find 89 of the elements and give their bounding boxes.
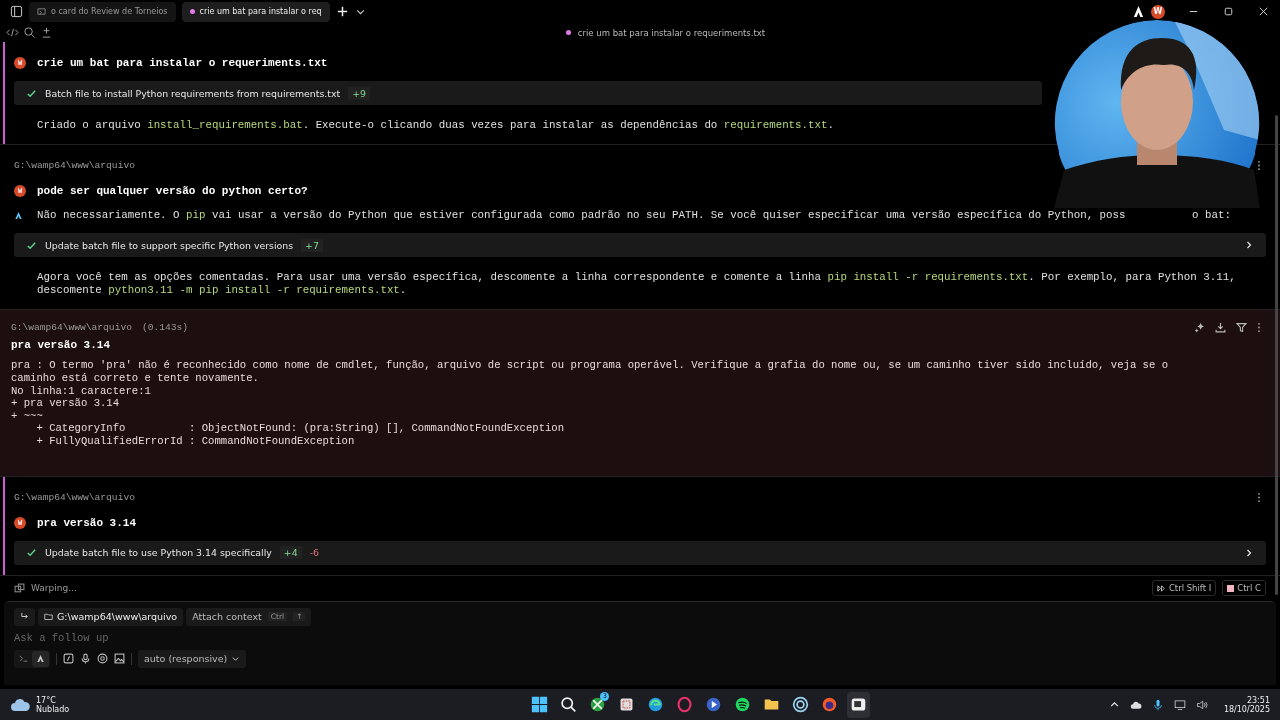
user-avatar[interactable]: W [1151,4,1165,19]
dot-icon [565,30,571,36]
status-text: Warping... [31,583,77,594]
windows-icon[interactable] [531,696,549,714]
search-icon[interactable] [560,696,578,714]
error-output-line: + CategoryInfo : ObjectNotFound: (pra:String) [], CommandNotFoundException [35,422,566,435]
directory-path: G:\wamp64\www\arquivo [14,160,135,172]
stop-icon [1227,584,1235,592]
return-button[interactable] [14,607,35,626]
scrollbar[interactable] [1275,115,1278,595]
image-icon[interactable] [114,653,125,665]
plus-icon[interactable] [335,5,349,19]
card-title: Batch file to install Python requirements from requirements.txt [45,87,341,99]
lines-added: +4 [279,546,302,560]
chevron-icon [1244,240,1254,251]
more-icon[interactable] [1257,491,1261,503]
weather-text: Nublado [36,704,70,714]
terminal-icon [19,654,28,664]
response-text: Agora você tem as opções comentadas. Para usar uma versão específica, descomente a linha correspondente e comente a linha pip install -r requirements.txt. Por exemplo, para Python 3.11, descomente python3.11 -m pip install -r requirements.txt. [37,271,1237,298]
browser-icon[interactable] [821,696,839,714]
lines-added: +7 [301,238,323,252]
check-icon [26,87,37,99]
response-text: o bat: [1192,209,1231,222]
terminal-icon [37,7,46,17]
skip-icon [1156,583,1166,593]
speaker-icon[interactable] [1195,698,1208,711]
music-app-icon[interactable] [734,696,752,714]
card-title: Update batch file to support specific Python versions [45,239,294,251]
user-prompt: pode ser qualquer versão do python certo? [37,185,308,198]
lines-removed: -6 [309,547,320,559]
agent-icon [36,654,45,664]
agent-icon[interactable] [1132,5,1145,19]
download-icon[interactable] [1215,322,1226,334]
shortcut-button[interactable]: Ctrl C [1222,580,1266,597]
follow-up-input[interactable]: Ask a follow up [14,628,134,647]
search-icon[interactable] [23,26,36,40]
temperature: 17°C [36,695,57,705]
error-output-line: caminho está correto e tente novamente. [11,372,260,385]
error-output-line: pra : O termo 'pra' não é reconhecido como nome de cmdlet, função, arquivo de script ou programa operável. Verifique a grafia do nome ou, se um caminho tiver sido incluído, veja se o [11,359,1170,373]
user-prompt: crie um bat para instalar o requeriments.txt [37,57,328,70]
clock-time[interactable]: 23:51 [1246,695,1270,705]
user-prompt: pra versão 3.14 [37,516,137,529]
duration: (0.143s) [141,322,188,334]
more-icon[interactable] [1257,160,1261,172]
error-output-line: + FullyQualifiedErrorId : CommandNotFoundException [35,435,356,448]
slash-command-icon[interactable] [63,653,74,665]
lines-added: +9 [348,86,371,100]
session-title: crie um bat para instalar o requeriments.txt [577,27,766,38]
response-text: Criado o arquivo install_requirements.bat. Execute-o clicando duas vezes para instalar as dependências do requirements.txt. [37,119,835,133]
xbox-icon[interactable] [589,696,607,714]
tab[interactable]: o card do Review de Torneios [29,1,176,22]
dot-icon [189,9,195,15]
error-output-line: No linha:1 caractere:1 [11,384,152,398]
card-title: Update batch file to use Python 3.14 specifically [45,547,272,559]
sparkle-icon[interactable] [1194,322,1205,334]
mention-icon[interactable] [97,653,108,665]
response-text: Não necessariamente. O pip vai usar a versão do Python que estiver configurada como padrão no seu PATH. Se você quiser especificar uma versão específica do Python, poss [37,209,1126,222]
chevron-icon [1244,547,1254,558]
error-output-line: + ~~~ [11,409,44,423]
folder-icon [44,612,53,622]
microphone-icon[interactable] [1151,698,1164,711]
edge-icon[interactable] [647,696,665,714]
window-icon [14,582,25,594]
check-icon [26,547,37,559]
plus-minus-icon[interactable] [40,26,53,40]
agent-mode-button[interactable] [32,650,49,667]
directory-path: G:\wamp64\www\arquivo [14,491,135,503]
agent-icon [14,210,23,220]
more-icon[interactable] [1257,322,1261,334]
cloud-icon[interactable] [10,697,30,712]
clock-date[interactable]: 18/10/2025 [1223,704,1270,714]
file-change-card[interactable]: Batch file to install Python requirements from requirements.txt +9 [14,81,1042,106]
shortcut-button[interactable]: Ctrl Shift I [1151,580,1217,597]
media-player-icon[interactable] [705,696,723,714]
error-output-line: + pra versão 3.14 [11,397,121,410]
network-icon[interactable] [1173,698,1186,711]
opera-icon[interactable] [676,696,694,714]
check-icon [26,239,37,251]
microphone-icon[interactable] [80,653,91,665]
file-change-card[interactable]: Update batch file to support specific Python versions +7 [14,233,1266,258]
filter-icon[interactable] [1236,322,1247,334]
model-dropdown[interactable]: auto (responsive) [138,649,247,668]
command-text: pra versão 3.14 [11,339,112,352]
tab[interactable]: crie um bat para instalar o req [181,1,330,22]
sidebar-icon[interactable] [10,5,23,19]
file-change-card[interactable]: Update batch file to use Python 3.14 specifically +4 -6 [14,540,1266,565]
directory-chip[interactable]: G:\wamp64\www\arquivo [38,607,184,626]
directory-path: G:\wamp64\www\arquivo [11,322,132,334]
caret-icon [231,654,241,664]
